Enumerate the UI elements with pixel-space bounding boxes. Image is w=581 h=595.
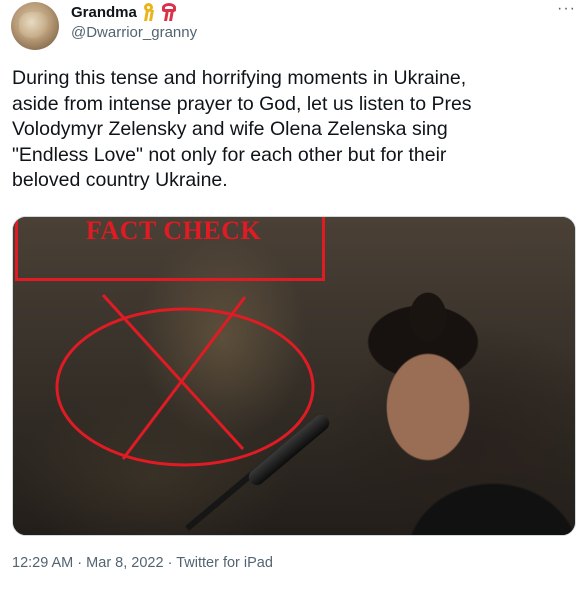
display-name[interactable]: Grandma — [71, 4, 137, 21]
fact-check-x-line-1 — [101, 293, 245, 451]
tweet-source[interactable]: Twitter for iPad — [176, 555, 273, 571]
user-handle[interactable]: @Dwarrior_granny — [71, 24, 197, 41]
tweet-line: Volodymyr Zelensky and wife Olena Zelens… — [12, 118, 448, 140]
tweet-line: During this tense and horrifying moments… — [12, 67, 467, 89]
fact-check-x-line-2 — [121, 296, 247, 460]
badges — [140, 2, 178, 22]
tweet-date[interactable]: Mar 8, 2022 — [86, 555, 163, 571]
fact-check-box: FACT CHECK — [15, 216, 325, 281]
yellow-ribbon-icon — [140, 2, 158, 22]
separator: · — [167, 555, 173, 571]
tweet-time[interactable]: 12:29 AM — [12, 555, 73, 571]
tweet-line: aside from intense prayer to God, let us… — [12, 92, 472, 115]
tweet-line: beloved country Ukraine. — [12, 169, 228, 191]
more-options-icon[interactable]: ··· — [557, 1, 577, 18]
tweet-media-video[interactable]: FACT CHECK — [12, 216, 576, 536]
fact-check-label: FACT CHECK — [86, 216, 262, 245]
tweet-line: "Endless Love" not only for each other b… — [12, 143, 447, 166]
red-ribbon-icon — [160, 2, 178, 22]
avatar[interactable] — [11, 2, 59, 50]
separator: · — [77, 555, 83, 571]
tweet-footer: 12:29 AM · Mar 8, 2022 · Twitter for iPa… — [12, 555, 273, 571]
tweet-text: During this tense and horrifying moments… — [12, 66, 572, 194]
